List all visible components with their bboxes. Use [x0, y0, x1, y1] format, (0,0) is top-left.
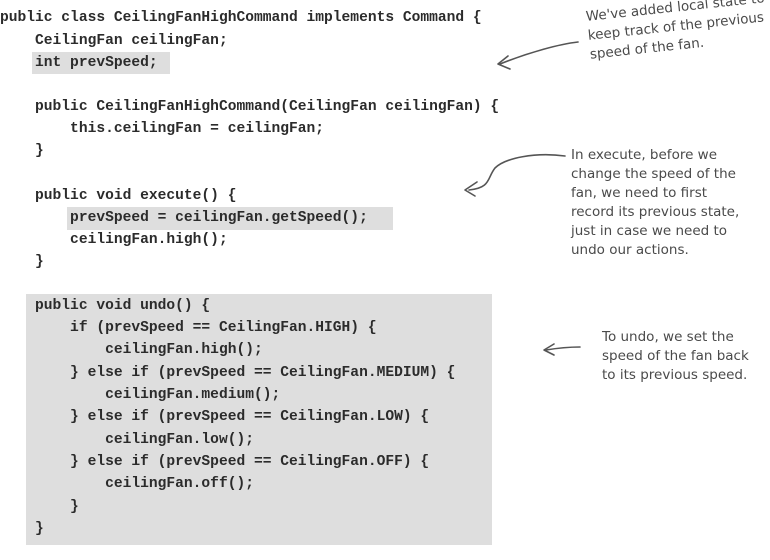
code-line-undo-decl: public void undo() {	[0, 298, 211, 314]
code-line-constructor-body: this.ceilingFan = ceilingFan;	[0, 121, 325, 137]
arrow-to-undo-icon	[543, 343, 581, 356]
code-line-field-ceilingfan: CeilingFan ceilingFan;	[0, 33, 228, 49]
arrow-to-prevspeed-icon	[497, 41, 579, 70]
code-line-undo-call-off: ceilingFan.off();	[0, 476, 254, 492]
code-line-undo-call-low: ceilingFan.low();	[0, 432, 254, 448]
code-line-undo-if-low: } else if (prevSpeed == CeilingFan.LOW) …	[0, 409, 430, 425]
code-line-undo-if-close: }	[0, 499, 79, 515]
annotation-undo: To undo, we set the speed of the fan bac…	[602, 329, 749, 383]
code-line-undo-if-medium: } else if (prevSpeed == CeilingFan.MEDIU…	[0, 365, 456, 381]
arrow-to-getspeed-icon	[464, 153, 566, 197]
code-line-execute-getspeed: prevSpeed = ceilingFan.getSpeed();	[0, 210, 368, 226]
code-line-class-decl: public class CeilingFanHighCommand imple…	[0, 10, 482, 26]
code-line-undo-close: }	[0, 521, 44, 537]
annotation-local-state: We've added local state to keep track of…	[585, 0, 765, 63]
code-line-constructor-close: }	[0, 143, 44, 159]
code-line-execute-close: }	[0, 254, 44, 270]
code-line-execute-high: ceilingFan.high();	[0, 232, 228, 248]
code-line-undo-if-high: if (prevSpeed == CeilingFan.HIGH) {	[0, 320, 377, 336]
code-line-execute-decl: public void execute() {	[0, 188, 237, 204]
code-line-undo-call-high: ceilingFan.high();	[0, 342, 263, 358]
code-line-undo-call-medium: ceilingFan.medium();	[0, 387, 281, 403]
code-line-field-prevspeed: int prevSpeed;	[0, 55, 158, 71]
code-line-constructor: public CeilingFanHighCommand(CeilingFan …	[0, 99, 500, 115]
code-line-class-close: }	[0, 542, 1, 560]
annotation-execute: In execute, before we change the speed o…	[571, 147, 740, 258]
code-line-undo-if-off: } else if (prevSpeed == CeilingFan.OFF) …	[0, 454, 430, 470]
